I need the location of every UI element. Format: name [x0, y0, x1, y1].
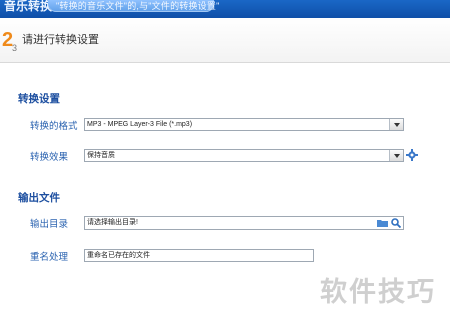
- step-title: 请进行转换设置: [22, 34, 99, 46]
- rename-label: 重名处理: [30, 252, 69, 263]
- format-select-value: MP3 - MPEG Layer-3 File (*.mp3): [87, 121, 193, 128]
- effect-select[interactable]: 保持音质: [84, 149, 404, 162]
- section-heading-output: 输出文件: [18, 192, 60, 204]
- title-bar: 音乐转换 "转换的音乐文件"的,与"文件的转换设置": [0, 0, 450, 18]
- watermark-text: 软件技巧: [320, 277, 436, 307]
- app-title: 音乐转换: [4, 0, 53, 13]
- chevron-down-icon[interactable]: [389, 119, 403, 130]
- section-heading-conversion: 转换设置: [18, 93, 60, 105]
- effect-label: 转换效果: [30, 152, 69, 163]
- breadcrumb-text: "转换的音乐文件"的,与"文件的转换设置": [56, 1, 220, 11]
- search-icon[interactable]: [391, 218, 401, 228]
- format-label: 转换的格式: [30, 121, 78, 132]
- breadcrumb-tab[interactable]: "转换的音乐文件"的,与"文件的转换设置": [48, 0, 219, 12]
- output-directory-value: 请选择输出目录!: [87, 219, 138, 226]
- rename-select[interactable]: 重命名已存在的文件: [84, 249, 314, 262]
- step-header: 2 3 请进行转换设置: [0, 18, 450, 63]
- output-directory-field[interactable]: 请选择输出目录!: [84, 216, 404, 230]
- gear-icon[interactable]: [406, 149, 418, 161]
- rename-select-value: 重命名已存在的文件: [87, 252, 150, 259]
- format-select[interactable]: MP3 - MPEG Layer-3 File (*.mp3): [84, 118, 404, 131]
- step-badge: 2 3: [0, 23, 20, 59]
- chevron-down-icon[interactable]: [389, 150, 403, 161]
- directory-label: 输出目录: [30, 219, 69, 230]
- step-total: 3: [12, 43, 18, 53]
- folder-icon[interactable]: [377, 219, 388, 227]
- effect-select-value: 保持音质: [87, 152, 115, 159]
